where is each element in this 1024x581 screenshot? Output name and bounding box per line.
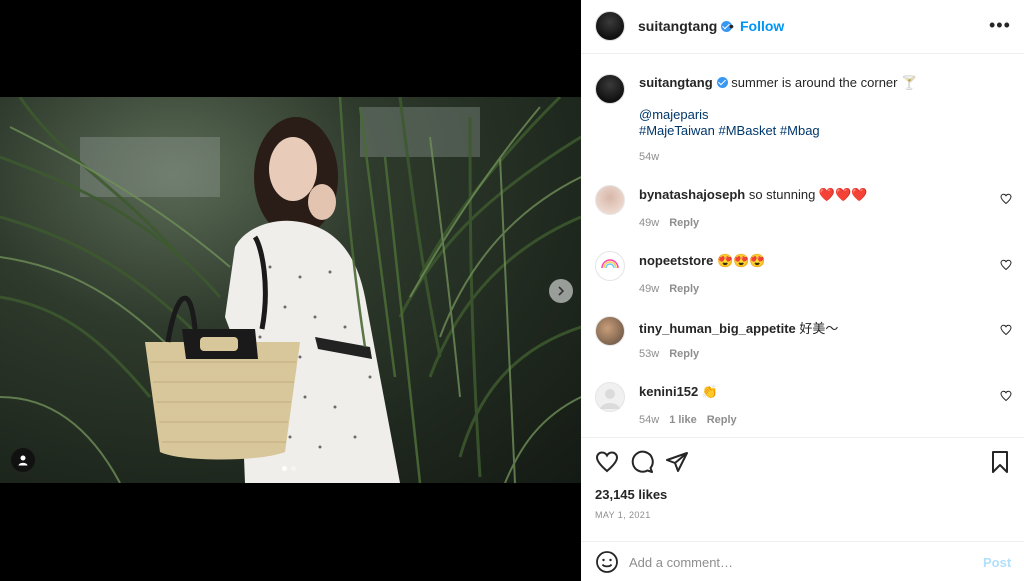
comment-like-count[interactable]: 1 like [669,414,697,426]
chevron-right-icon [558,286,565,296]
carousel-dot-active [282,466,287,471]
commenter-username[interactable]: nopeetstore [639,253,713,268]
caption-avatar[interactable] [595,74,625,104]
post-actions: 23,145 likes MAY 1, 2021 Post [581,437,1024,581]
author-avatar[interactable] [595,11,625,41]
comment-body: so stunning ❤️❤️❤️ [748,187,868,202]
post-media [0,0,581,581]
next-image-button[interactable] [549,279,573,303]
user-tag-icon [18,455,28,466]
comment-meta: 49w Reply [639,283,699,295]
share-icon[interactable] [665,450,689,474]
caption-text: summer is around the corner 🍸 [731,75,918,90]
commenter-username[interactable]: tiny_human_big_appetite [639,321,796,336]
post-details-panel: suitangtang • Follow ••• suitangtang sum… [581,0,1024,581]
comments-list[interactable]: suitangtang summer is around the corner … [581,55,1024,436]
heart-icon[interactable] [1000,390,1012,402]
header-separator: • [729,18,734,34]
comment-time[interactable]: 49w [639,283,659,295]
verified-badge-icon [716,77,728,88]
comment-text: kenini152 👏 [639,384,718,400]
rainbow-logo-icon [601,259,619,269]
reply-button[interactable]: Reply [669,348,699,360]
heart-icon[interactable] [595,450,619,474]
photo-illustration [0,97,581,483]
tagged-users-button[interactable] [11,448,35,472]
commenter-avatar[interactable] [595,382,625,412]
default-avatar-icon [600,389,620,409]
smile-icon[interactable] [595,550,619,574]
author-username[interactable]: suitangtang [638,18,733,34]
commenter-avatar[interactable] [595,185,625,215]
commenter-username[interactable]: bynatashajoseph [639,187,745,202]
post-header: suitangtang • Follow ••• [581,0,1024,54]
bookmark-icon[interactable] [988,450,1012,474]
caption-timestamp[interactable]: 54w [639,151,659,163]
comment-text: tiny_human_big_appetite 好美～ [639,318,838,337]
caption-line: suitangtang summer is around the corner … [639,75,917,91]
heart-icon[interactable] [1000,193,1012,205]
comment-body: 👏 [701,384,719,399]
heart-icon[interactable] [1000,324,1012,336]
commenter-avatar[interactable] [595,251,625,281]
commenter-avatar[interactable] [595,316,625,346]
heart-icon[interactable] [1000,259,1012,271]
comment-item: bynatashajoseph so stunning ❤️❤️❤️ 49w Re… [581,185,1024,245]
post-date[interactable]: MAY 1, 2021 [595,510,651,520]
reply-button[interactable]: Reply [707,414,737,426]
comment-item: nopeetstore 😍😍😍 49w Reply [581,251,1024,311]
comment-text: nopeetstore 😍😍😍 [639,253,766,269]
comment-meta: 54w 1 like Reply [639,414,737,426]
reply-button[interactable]: Reply [669,283,699,295]
comment-icon[interactable] [630,450,654,474]
post-comment-button[interactable]: Post [983,555,1011,570]
reply-button[interactable]: Reply [669,217,699,229]
comment-meta: 53w Reply [639,348,699,360]
comment-time[interactable]: 54w [639,414,659,426]
caption-username[interactable]: suitangtang [639,75,713,90]
comment-time[interactable]: 53w [639,348,659,360]
comment-body: 好美～ [799,321,839,336]
comment-body: 😍😍😍 [717,253,766,268]
comment-item: kenini152 👏 54w 1 like Reply [581,382,1024,436]
more-options-icon[interactable]: ••• [989,16,1011,34]
follow-button[interactable]: Follow [740,18,784,34]
caption-hashtags[interactable]: #MajeTaiwan #MBasket #Mbag [639,123,820,138]
post-photo[interactable] [0,97,581,483]
caption-mention-link[interactable]: @majeparis [639,107,709,122]
comment-composer: Post [581,541,1024,581]
comment-time[interactable]: 49w [639,217,659,229]
comment-text: bynatashajoseph so stunning ❤️❤️❤️ [639,187,868,203]
comment-input[interactable] [629,552,959,572]
carousel-indicator [282,466,296,471]
like-count[interactable]: 23,145 likes [595,487,667,502]
comment-item: tiny_human_big_appetite 好美～ 53w Reply [581,316,1024,376]
carousel-dot [291,466,296,471]
comment-meta: 49w Reply [639,217,699,229]
commenter-username[interactable]: kenini152 [639,384,698,399]
